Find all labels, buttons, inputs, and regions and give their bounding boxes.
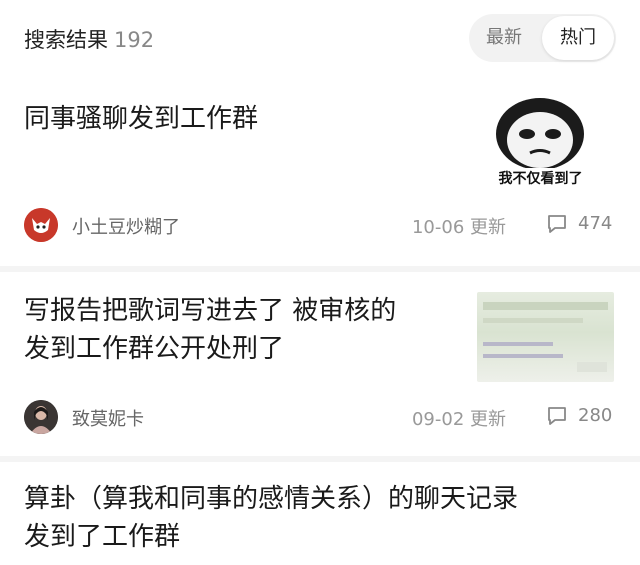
post-title-line: 发到工作群公开处刑了 — [24, 334, 285, 364]
post-title-line: 算卦（算我和同事的感情关系）的聊天记录 — [24, 484, 519, 514]
sort-hot-button[interactable]: 热门 — [542, 16, 614, 60]
post-thumbnail[interactable] — [477, 292, 614, 382]
author-avatar[interactable] — [24, 400, 58, 434]
comment-icon[interactable] — [546, 213, 568, 235]
portrait-avatar-icon — [24, 400, 58, 434]
sort-toggle: 最新 热门 — [469, 14, 616, 62]
author-name[interactable]: 小土豆炒糊了 — [72, 213, 180, 239]
fox-avatar-icon — [24, 208, 58, 242]
post-card[interactable]: 同事骚聊发到工作群 我不仅看到了 小土豆炒糊了 10-06 更新 474 — [0, 76, 640, 266]
post-title-line: 同事骚聊发到工作群 — [24, 104, 259, 134]
post-thumbnail[interactable]: 我不仅看到了 — [494, 98, 587, 190]
results-count: 192 — [114, 28, 155, 52]
post-title-line: 写报告把歌词写进去了 被审核的 — [24, 296, 397, 326]
document-image-icon — [483, 302, 608, 372]
thumbnail-caption: 我不仅看到了 — [498, 171, 583, 187]
post-title[interactable]: 写报告把歌词写进去了 被审核的 发到工作群公开处刑了 — [24, 292, 396, 368]
author-name[interactable]: 致莫妮卡 — [72, 405, 144, 431]
results-title: 搜索结果 192 — [24, 24, 154, 54]
post-card[interactable]: 算卦（算我和同事的感情关系）的聊天记录 发到了工作群 — [0, 462, 640, 565]
results-title-label: 搜索结果 — [24, 28, 108, 52]
post-title-line: 发到了工作群 — [24, 522, 181, 552]
post-title[interactable]: 同事骚聊发到工作群 — [24, 100, 258, 138]
post-date: 09-02 更新 — [411, 409, 506, 430]
post-card[interactable]: 写报告把歌词写进去了 被审核的 发到工作群公开处刑了 致莫妮卡 09-02 更新… — [0, 272, 640, 456]
comment-count: 474 — [578, 213, 613, 234]
sort-latest-button[interactable]: 最新 — [469, 14, 539, 62]
author-avatar[interactable] — [24, 208, 58, 242]
post-title[interactable]: 算卦（算我和同事的感情关系）的聊天记录 发到了工作群 — [24, 480, 518, 556]
comment-count: 280 — [578, 405, 613, 426]
post-date: 10-06 更新 — [411, 217, 506, 238]
search-results-header: 搜索结果 192 最新 热门 — [0, 0, 640, 76]
comment-icon[interactable] — [546, 405, 568, 427]
post-meta: 致莫妮卡 09-02 更新 280 — [0, 396, 640, 436]
post-meta: 小土豆炒糊了 10-06 更新 474 — [0, 204, 640, 244]
